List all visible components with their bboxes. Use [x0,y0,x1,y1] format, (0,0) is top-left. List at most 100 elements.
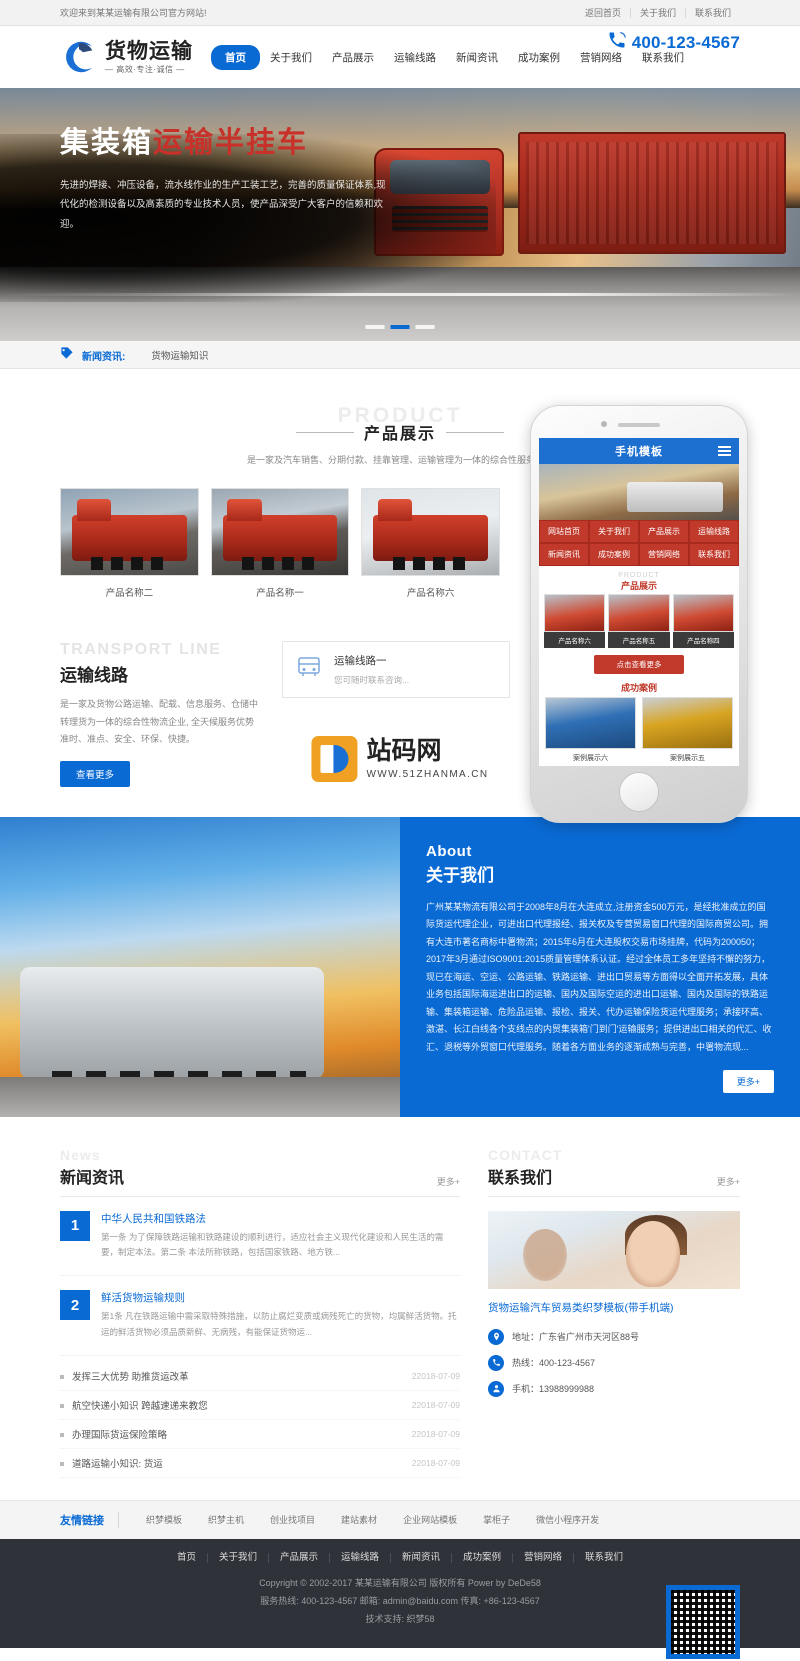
mobile-phone-mockup: 手机模板 网站首页 关于我们 产品展示 运输线路 新闻资讯 成功案例 营销网络 … [530,405,748,823]
mobile-cases-heading: 成功案例 [620,683,657,693]
route-card[interactable]: 运输线路一 您可随时联系咨询... [282,641,510,698]
footer-nav-network[interactable]: 营销网络 [513,1552,575,1563]
news-item-title[interactable]: 中华人民共和国铁路法 [101,1211,460,1226]
nav-item-home[interactable]: 首页 [211,44,260,70]
mobile-product-image [608,594,670,632]
route-title: 运输线路一 [334,655,387,667]
route-subtitle: 您可随时联系咨询... [334,675,410,685]
friend-link-1[interactable]: 织梦模板 [133,1513,195,1526]
product-card[interactable]: 产品名称六 [361,488,500,599]
phone-screen: 手机模板 网站首页 关于我们 产品展示 运输线路 新闻资讯 成功案例 营销网络 … [539,438,739,766]
mobile-nav-about[interactable]: 关于我们 [589,520,639,543]
friend-link-2[interactable]: 织梦主机 [195,1513,257,1526]
contact-company-name: 货物运输汽车贸易类织梦模板(带手机端) [488,1301,674,1314]
mobile-product-card[interactable]: 产品名称五 [608,594,670,648]
mobile-nav-products[interactable]: 产品展示 [639,520,689,543]
hamburger-menu-icon[interactable] [718,446,731,456]
qr-code [666,1584,740,1659]
site-logo[interactable]: 货物运输 — 高效·专注·诚信 — [60,38,193,76]
mobile-icon [488,1380,504,1397]
news-list-item[interactable]: 航空快递小知识 跨越速递来教您 22018-07-09 [60,1391,460,1420]
mobile-nav-network[interactable]: 营销网络 [639,543,689,566]
phone-home-button[interactable] [619,772,659,812]
product-grid: 产品名称二 产品名称一 产品名称六 [60,488,500,599]
mobile-banner-image [539,464,739,520]
news-list-title[interactable]: 航空快递小知识 跨越速递来教您 [72,1401,208,1412]
mobile-product-card[interactable]: 产品名称四 [672,594,734,648]
news-featured-item[interactable]: 2 鲜活货物运输规则 第1条 凡在铁路运输中需采取特殊措施，以防止腐烂变质或病残… [60,1276,460,1356]
logo-swirl-icon [60,38,98,76]
footer-nav-about[interactable]: 关于我们 [208,1552,269,1563]
contact-more-link[interactable]: 更多+ [717,1175,740,1188]
news-list-title[interactable]: 道路运输小知识: 货运 [72,1459,163,1470]
news-list-title[interactable]: 发挥三大优势 助推货运改革 [72,1372,189,1383]
news-more-link[interactable]: 更多+ [437,1175,460,1188]
product-card[interactable]: 产品名称二 [60,488,199,599]
about-more-button[interactable]: 更多+ [722,1069,774,1093]
transport-view-more-button[interactable]: 查看更多 [60,760,131,787]
friend-link-7[interactable]: 微信小程序开发 [523,1513,612,1526]
carousel-dot-2[interactable] [390,325,410,329]
top-bar: 欢迎来到某某运输有限公司官方网站! 返回首页 关于我们 联系我们 [0,0,800,26]
footer-nav-products[interactable]: 产品展示 [269,1552,330,1563]
product-name: 产品名称一 [256,588,304,599]
about-heading-en: About [426,842,472,860]
friend-link-5[interactable]: 企业网站模板 [390,1513,470,1526]
mobile-case-image [545,697,636,749]
mobile-nav-contact[interactable]: 联系我们 [689,543,739,566]
news-item-summary: 第1条 凡在铁路运输中需采取特殊措施，以防止腐烂变质或病残死亡的货物，均属鲜活货… [101,1311,457,1337]
topbar-link-home[interactable]: 返回首页 [576,8,630,18]
nav-item-news[interactable]: 新闻资讯 [446,50,508,65]
news-list-item[interactable]: 办理国际货运保险策略 22018-07-09 [60,1420,460,1449]
mobile-header: 手机模板 [539,438,739,464]
topbar-links: 返回首页 关于我们 联系我们 [576,7,740,18]
footer-nav-home[interactable]: 首页 [166,1552,208,1563]
footer-nav-news[interactable]: 新闻资讯 [391,1552,453,1563]
news-list-item[interactable]: 道路运输小知识: 货运 22018-07-09 [60,1449,460,1478]
product-card[interactable]: 产品名称一 [210,488,350,599]
news-list-item[interactable]: 发挥三大优势 助推货运改革 22018-07-09 [60,1362,460,1391]
news-item-title[interactable]: 鲜活货物运输规则 [101,1290,460,1305]
mobile-navigation[interactable]: 网站首页 关于我们 产品展示 运输线路 新闻资讯 成功案例 营销网络 联系我们 [539,520,739,566]
friend-link-3[interactable]: 创业找项目 [257,1513,328,1526]
footer-navigation[interactable]: 首页 关于我们 产品展示 运输线路 新闻资讯 成功案例 营销网络 联系我们 [60,1552,740,1574]
news-featured-item[interactable]: 1 中华人民共和国铁路法 第一条 为了保障铁路运输和铁路建设的顺利进行，适应社会… [60,1197,460,1277]
nav-item-about[interactable]: 关于我们 [260,50,322,65]
ticker-item[interactable]: 货物运输知识 [151,348,208,362]
footer-nav-routes[interactable]: 运输线路 [330,1552,391,1563]
mobile-nav-cases[interactable]: 成功案例 [589,543,639,566]
friend-link-6[interactable]: 掌柜子 [470,1513,523,1526]
hero-text-block: 集装箱运输半挂车 先进的焊接、冲压设备，流水线作业的生产工装工艺，完善的质量保证… [0,88,800,234]
phone-camera [601,421,607,427]
mobile-case-card[interactable]: 案例展示六 [545,697,636,763]
carousel-dot-3[interactable] [415,325,435,329]
mobile-nav-news[interactable]: 新闻资讯 [539,543,589,566]
mobile-case-name: 案例展示六 [573,755,608,762]
topbar-link-contact[interactable]: 联系我们 [684,7,740,18]
mobile-product-card[interactable]: 产品名称六 [544,594,606,648]
news-list-date: 22018-07-09 [411,1370,460,1381]
nav-item-cases[interactable]: 成功案例 [508,50,570,65]
hero-title-white: 集装箱 [60,127,154,159]
phone-number: 400-123-4567 [631,32,740,52]
mobile-product-heading-cn: 产品展示 [620,581,657,591]
mobile-case-image [642,697,733,749]
footer-nav-contact[interactable]: 联系我们 [574,1552,634,1563]
carousel-dot-1[interactable] [365,325,385,329]
friend-link-4[interactable]: 建站素材 [328,1513,390,1526]
footer-support-line: 技术支持: 织梦58 [365,1613,435,1624]
news-list-title[interactable]: 办理国际货运保险策略 [72,1430,167,1441]
header-phone: 400-123-4567 [607,30,740,55]
mobile-nav-routes[interactable]: 运输线路 [689,520,739,543]
product-heading-cn: 产品展示 [363,426,436,443]
bullet-icon [60,1433,64,1437]
nav-item-routes[interactable]: 运输线路 [384,50,446,65]
hero-banner: 集装箱运输半挂车 先进的焊接、冲压设备，流水线作业的生产工装工艺，完善的质量保证… [0,88,800,341]
topbar-link-about[interactable]: 关于我们 [629,7,685,18]
nav-item-products[interactable]: 产品展示 [322,50,384,65]
mobile-case-card[interactable]: 案例展示五 [642,697,733,763]
hero-carousel-dots[interactable] [365,325,435,329]
mobile-view-more-button[interactable]: 点击查看更多 [594,655,684,674]
mobile-nav-home[interactable]: 网站首页 [539,520,589,543]
footer-nav-cases[interactable]: 成功案例 [452,1552,514,1563]
